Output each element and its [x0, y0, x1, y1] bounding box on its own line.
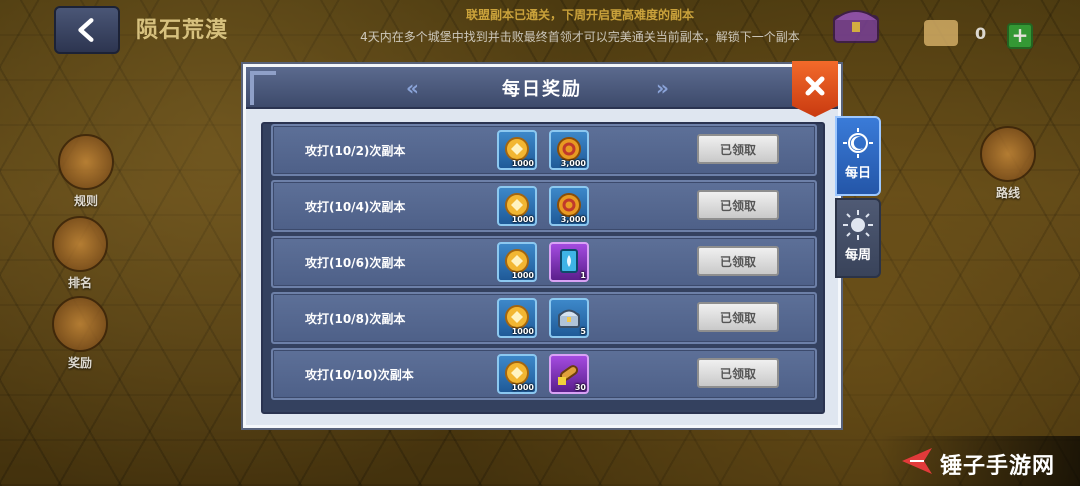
alliance-notice: 联盟副本已通关，下周开启更高难度的副本 4天内在多个城堡中找到并击败最终首领才可… [330, 6, 830, 45]
claimed-button[interactable]: 已领取 [697, 246, 779, 276]
map-count: 0 [975, 24, 987, 43]
reward-quantity: 3,000 [560, 215, 586, 224]
rules-button[interactable]: 规则 [58, 134, 114, 209]
reward-quantity: 30 [574, 383, 586, 392]
ranking-label: 排名 [67, 276, 92, 290]
tab-daily[interactable]: 每日 [835, 116, 881, 196]
reward-row: 攻打(10/6)次副本 1000 1 已领取 [271, 236, 817, 288]
reward-quantity: 5 [580, 327, 586, 336]
reward-slot[interactable]: 1000 [497, 354, 537, 394]
reward-list[interactable]: 攻打(10/2)次副本 1000 3,000 已领取 攻打(10/4)次副本 1… [261, 122, 825, 414]
treasure-chest-icon[interactable] [830, 2, 882, 46]
reward-quantity: 3,000 [560, 159, 586, 168]
tab-weekly[interactable]: 每周 [835, 198, 881, 278]
reward-quantity: 1000 [511, 383, 534, 392]
task-label: 攻打(10/10)次副本 [305, 368, 414, 382]
reward-slot[interactable]: 5 [549, 298, 589, 338]
reward-quantity: 1000 [511, 215, 534, 224]
task-label: 攻打(10/6)次副本 [305, 256, 406, 270]
reward-slot[interactable]: 1000 [497, 242, 537, 282]
ranking-button[interactable]: 排名 [52, 216, 108, 291]
reward-quantity: 1000 [511, 159, 534, 168]
reward-row: 攻打(10/4)次副本 1000 3,000 已领取 [271, 180, 817, 232]
tab-daily-label: 每日 [844, 166, 871, 181]
task-label: 攻打(10/8)次副本 [305, 312, 406, 326]
chest-icon [558, 309, 580, 328]
task-label: 攻打(10/4)次副本 [305, 200, 406, 214]
close-button[interactable] [792, 61, 838, 117]
rules-icon [58, 134, 114, 190]
reward-slot[interactable]: 3,000 [549, 130, 589, 170]
card-icon [560, 249, 578, 273]
notice-line-1: 联盟副本已通关，下周开启更高难度的副本 [465, 8, 694, 22]
reward-slot[interactable]: 1 [549, 242, 589, 282]
claimed-button[interactable]: 已领取 [697, 358, 779, 388]
dialog-header: « 每日奖励 » [246, 67, 838, 109]
reward-row: 攻打(10/8)次副本 1000 5 已领取 [271, 292, 817, 344]
claimed-button[interactable]: 已领取 [697, 190, 779, 220]
sun-icon [843, 210, 873, 240]
reward-row: 攻打(10/2)次副本 1000 3,000 已领取 [271, 124, 817, 176]
reward-quantity: 1 [580, 271, 586, 280]
reward-slot[interactable]: 30 [549, 354, 589, 394]
treasure-map-icon [924, 20, 958, 46]
reward-row: 攻打(10/10)次副本 1000 30 已领取 [271, 348, 817, 400]
route-map-icon [980, 126, 1036, 182]
close-icon [805, 76, 825, 96]
reward-slot[interactable]: 3,000 [549, 186, 589, 226]
reward-slot[interactable]: 1000 [497, 130, 537, 170]
task-label: 攻打(10/2)次副本 [305, 144, 406, 158]
reward-quantity: 1000 [511, 271, 534, 280]
chevron-left-icon [78, 18, 94, 42]
ranking-icon [52, 216, 108, 272]
rewards-chest-icon [52, 296, 108, 352]
daily-rewards-dialog: « 每日奖励 » 攻打(10/2)次副本 1000 3,000 已领取 攻打(1… [243, 61, 841, 428]
reward-slot[interactable]: 1000 [497, 186, 537, 226]
notice-line-2: 4天内在多个城堡中找到并击败最终首领才可以完美通关当前副本，解锁下一个副本 [360, 30, 800, 44]
map-title: 陨石荒漠 [136, 18, 229, 43]
moon-sun-icon [843, 128, 873, 158]
tab-weekly-label: 每周 [844, 248, 871, 263]
route-label: 路线 [995, 186, 1020, 200]
dialog-title: 每日奖励 [502, 79, 582, 100]
claimed-button[interactable]: 已领取 [697, 302, 779, 332]
rewards-button[interactable]: 奖励 [52, 296, 108, 371]
watermark-text: 锤子手游网 [940, 454, 1056, 479]
reward-quantity: 1000 [511, 327, 534, 336]
route-button[interactable]: 路线 [980, 126, 1036, 201]
add-button[interactable]: + [1007, 23, 1033, 49]
back-button[interactable] [54, 6, 120, 54]
rewards-label: 奖励 [67, 356, 92, 370]
reward-slot[interactable]: 1000 [497, 298, 537, 338]
rules-label: 规则 [73, 194, 98, 208]
claimed-button[interactable]: 已领取 [697, 134, 779, 164]
chevron-right-double-icon: » [656, 76, 669, 100]
watermark-logo-icon [902, 448, 932, 474]
